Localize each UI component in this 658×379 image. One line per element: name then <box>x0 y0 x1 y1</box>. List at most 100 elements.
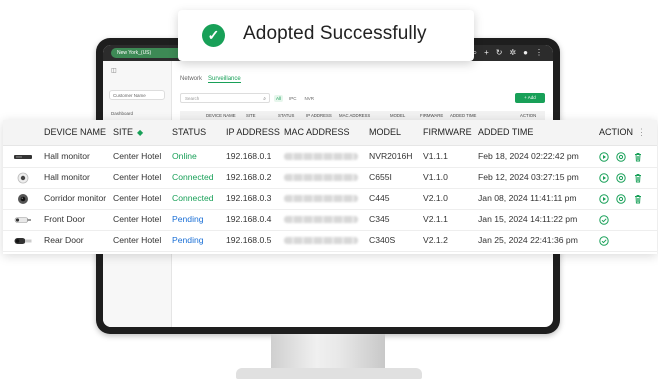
search-icon: ⌕ <box>263 96 266 102</box>
bg-col-device-name: DEVICE NAME <box>206 113 236 118</box>
col-mac-address[interactable]: MAC ADDRESS <box>284 120 350 145</box>
refresh-icon[interactable]: ↻ <box>496 47 503 59</box>
bullet-camera-2-icon <box>13 235 33 247</box>
turret-camera-icon <box>13 193 33 205</box>
status-badge: Online <box>172 151 197 161</box>
table-row[interactable]: Hall monitor Center Hotel Connected 192.168… <box>3 167 657 189</box>
device-model: C340S <box>369 235 396 245</box>
device-site: Center Hotel <box>113 172 162 182</box>
device-name[interactable]: Front Door <box>44 209 85 230</box>
mac-address-redacted <box>284 209 358 231</box>
bg-col-site: SITE <box>246 113 256 118</box>
table-row[interactable]: Hall monitor Center Hotel Online 192.168.0.… <box>3 146 657 168</box>
added-time: Feb 12, 2024 03:27:15 pm <box>478 172 579 182</box>
col-model[interactable]: MODEL <box>369 120 401 145</box>
bg-col-mac: MAC ADDRESS <box>339 113 371 118</box>
customer-select[interactable]: Customer Name <box>109 90 165 100</box>
col-firmware[interactable]: FIRMWARE <box>423 120 472 145</box>
device-name[interactable]: Rear Door <box>44 230 84 251</box>
device-model: NVR2016H <box>369 151 413 161</box>
background-table-header: DEVICE NAME SITE STATUS IP ADDRESS MAC A… <box>180 111 545 120</box>
user-icon[interactable]: ● <box>523 47 528 59</box>
col-added-time[interactable]: ADDED TIME <box>478 120 533 145</box>
device-name[interactable]: Hall monitor <box>44 146 90 167</box>
firmware-version: V2.1.2 <box>423 235 448 245</box>
search-input[interactable]: Search ⌕ <box>180 93 270 103</box>
topbar-icons: ⌕ + ↻ ✲ ● ⋮ <box>473 47 543 59</box>
play-icon[interactable] <box>599 173 609 183</box>
table-header: DEVICE NAME SITE ◆ STATUS IP ADDRESS MAC … <box>3 120 657 146</box>
status-badge: Connected <box>172 172 214 182</box>
play-icon[interactable] <box>599 194 609 204</box>
trash-icon[interactable] <box>633 152 643 162</box>
nvr-icon <box>13 151 33 163</box>
play-icon[interactable] <box>599 152 609 162</box>
filter-ipc[interactable]: IPC <box>287 95 299 102</box>
filter-all[interactable]: All <box>274 95 284 102</box>
col-site[interactable]: SITE ◆ <box>113 120 143 145</box>
sidebar-collapse-icon[interactable]: ◫ <box>111 67 117 74</box>
success-toast: ✓ Adopted Successfully <box>178 10 474 61</box>
device-model: C345 <box>369 214 390 224</box>
device-site: Center Hotel <box>113 151 162 161</box>
ip-address: 192.168.0.5 <box>226 235 272 245</box>
row-actions <box>599 188 650 209</box>
bg-col-firmware: FIRMWARE <box>420 113 444 118</box>
device-name[interactable]: Hall monitor <box>44 167 90 188</box>
device-table: DEVICE NAME SITE ◆ STATUS IP ADDRESS MAC … <box>3 120 657 254</box>
col-status[interactable]: STATUS <box>172 120 206 145</box>
added-time: Jan 25, 2024 22:41:36 pm <box>478 235 578 245</box>
customer-select-label: Customer Name <box>113 93 146 98</box>
filter-nvr[interactable]: NVR <box>303 95 317 102</box>
table-row[interactable]: Corridor monitor Center Hotel Connected 192… <box>3 188 657 210</box>
settings-icon[interactable] <box>616 173 626 183</box>
settings-icon[interactable] <box>616 152 626 162</box>
sort-icon[interactable]: ◆ <box>137 128 143 137</box>
tab-surveillance[interactable]: Surveillance <box>208 76 241 83</box>
add-device-button[interactable]: + Add <box>515 93 545 103</box>
search-placeholder: Search <box>185 96 200 101</box>
trash-icon[interactable] <box>633 194 643 204</box>
ip-address: 192.168.0.4 <box>226 214 272 224</box>
col-device-name[interactable]: DEVICE NAME <box>44 120 106 145</box>
device-site: Center Hotel <box>113 235 162 245</box>
bullet-camera-icon <box>13 214 33 226</box>
ip-address: 192.168.0.3 <box>226 193 272 203</box>
row-actions <box>599 146 650 167</box>
location-label: New York_(US) <box>117 50 152 56</box>
adopt-icon[interactable] <box>599 236 609 246</box>
added-time: Jan 08, 2024 11:41:11 pm <box>478 193 577 203</box>
column-settings-icon[interactable]: ⋮ <box>637 120 646 145</box>
row-actions <box>599 167 650 188</box>
table-row[interactable]: Front Door Center Hotel Pending 192.168.0.4… <box>3 209 657 231</box>
mac-address-redacted <box>284 146 358 168</box>
device-name[interactable]: Corridor monitor <box>44 188 106 209</box>
settings-icon[interactable] <box>616 194 626 204</box>
firmware-version: V2.1.1 <box>423 214 448 224</box>
firmware-version: V1.1.1 <box>423 151 448 161</box>
more-icon[interactable]: ⋮ <box>535 47 543 59</box>
status-badge: Pending <box>172 214 204 224</box>
ip-address: 192.168.0.1 <box>226 151 272 161</box>
bg-col-added: ADDED TIME <box>450 113 477 118</box>
sidebar-item-dashboard[interactable]: Dashboard <box>111 111 133 116</box>
dome-camera-icon <box>13 172 33 184</box>
mac-address-redacted <box>284 230 358 252</box>
add-icon[interactable]: + <box>484 47 489 59</box>
adopt-icon[interactable] <box>599 215 609 225</box>
col-ip-address[interactable]: IP ADDRESS <box>226 120 280 145</box>
firmware-version: V1.1.0 <box>423 172 448 182</box>
monitor-stand <box>271 334 385 370</box>
tab-network[interactable]: Network <box>180 76 202 83</box>
col-action: ACTION <box>599 127 634 137</box>
added-time: Feb 18, 2024 02:22:42 pm <box>478 151 579 161</box>
bg-col-ip: IP ADDRESS <box>306 113 332 118</box>
status-badge: Pending <box>172 235 204 245</box>
bg-col-model: MODEL <box>390 113 406 118</box>
location-selector[interactable]: New York_(US) <box>111 48 183 58</box>
status-badge: Connected <box>172 193 214 203</box>
table-row[interactable]: Rear Door Center Hotel Pending 192.168.0.5 C… <box>3 230 657 252</box>
device-model: C445 <box>369 193 390 203</box>
settings-icon[interactable]: ✲ <box>509 47 516 59</box>
trash-icon[interactable] <box>633 173 643 183</box>
